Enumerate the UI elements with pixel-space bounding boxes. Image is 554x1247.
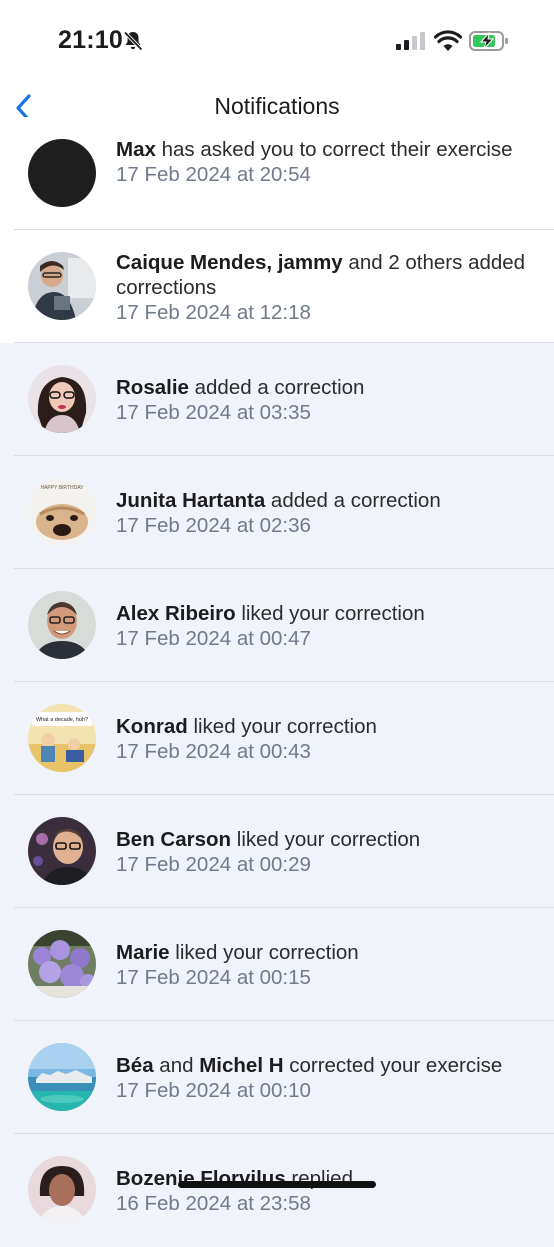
user-name: Ben Carson (116, 828, 232, 851)
notification-row[interactable]: Rosalie added a correction 17 Feb 2024 a… (0, 343, 554, 456)
page-title: Notifications (214, 93, 340, 119)
wifi-icon (434, 30, 462, 51)
status-time: 21:10 (58, 26, 123, 54)
user-name: Béa (116, 1054, 154, 1077)
user-name: Max (116, 138, 156, 161)
notification-text: Béa and Michel H corrected your exercise… (116, 1053, 536, 1103)
notification-text: Marie liked your correction 17 Feb 2024 … (116, 940, 536, 990)
timestamp: 17 Feb 2024 at 00:47 (116, 627, 311, 650)
avatar (28, 365, 96, 433)
notification-row[interactable]: Ben Carson liked your correction 17 Feb … (0, 795, 554, 908)
timestamp: 17 Feb 2024 at 20:54 (116, 163, 311, 186)
notification-message: liked your correction (231, 828, 421, 851)
notification-message: added a correction (265, 489, 441, 512)
timestamp: 17 Feb 2024 at 00:10 (116, 1079, 311, 1102)
notification-text: Rosalie added a correction 17 Feb 2024 a… (116, 375, 536, 425)
timestamp: 17 Feb 2024 at 12:18 (116, 301, 311, 324)
avatar (28, 591, 96, 659)
notification-message: added a correction (188, 376, 365, 399)
timestamp: 17 Feb 2024 at 03:35 (116, 401, 311, 424)
notification-text: Junita Hartanta added a correction 17 Fe… (116, 488, 536, 538)
notification-list[interactable]: Max has asked you to correct their exerc… (0, 117, 554, 1247)
notification-text: Ben Carson liked your correction 17 Feb … (116, 827, 536, 877)
avatar-caption: What a decade, huh? (36, 717, 88, 723)
avatar: HAPPY BIRTHDAY (28, 478, 96, 546)
avatar (28, 1043, 96, 1111)
user-name: Rosalie (116, 376, 189, 399)
avatar (28, 817, 96, 885)
bell-slash-icon (123, 31, 143, 51)
user-name: Marie (116, 941, 170, 964)
avatar (28, 930, 96, 998)
notification-message: liked your correction (235, 602, 425, 625)
user-name: Konrad (116, 715, 188, 738)
notification-message: liked your correction (169, 941, 359, 964)
notification-row[interactable]: Marie liked your correction 17 Feb 2024 … (0, 908, 554, 1021)
avatar (28, 1156, 96, 1224)
user-name: Michel H (199, 1054, 284, 1077)
notification-message: corrected your exercise (283, 1054, 503, 1077)
notification-row[interactable]: What a decade, huh? Konrad liked your co… (0, 682, 554, 795)
avatar: What a decade, huh? (28, 704, 96, 772)
timestamp: 17 Feb 2024 at 00:15 (116, 966, 311, 989)
notification-text: Bozenie Florvilus replied 16 Feb 2024 at… (116, 1166, 536, 1216)
avatar (28, 139, 96, 207)
user-name: Alex Ribeiro (116, 602, 236, 625)
notification-message: liked your correction (187, 715, 377, 738)
avatar (28, 252, 96, 320)
notification-row[interactable]: Alex Ribeiro liked your correction 17 Fe… (0, 569, 554, 682)
avatar-caption: HAPPY BIRTHDAY (40, 485, 84, 491)
notification-row[interactable]: Max has asked you to correct their exerc… (0, 117, 554, 230)
timestamp: 17 Feb 2024 at 00:29 (116, 853, 311, 876)
status-bar: 21:10 (0, 0, 554, 80)
timestamp: 17 Feb 2024 at 02:36 (116, 514, 311, 537)
home-indicator[interactable] (178, 1181, 376, 1188)
notification-text: Alex Ribeiro liked your correction 17 Fe… (116, 601, 536, 651)
notification-text: Caique Mendes, jammy and 2 others added … (116, 250, 536, 325)
cellular-signal-icon (396, 32, 425, 50)
user-name: Junita Hartanta (116, 489, 266, 512)
user-name: Caique Mendes, jammy (116, 251, 343, 274)
notification-connector: and (153, 1054, 200, 1077)
notification-row[interactable]: Caique Mendes, jammy and 2 others added … (0, 230, 554, 343)
notification-message: has asked you to correct their exercise (155, 138, 513, 161)
battery-charging-icon (469, 31, 508, 51)
notification-row[interactable]: HAPPY BIRTHDAY Junita Hartanta added a c… (0, 456, 554, 569)
notification-row[interactable]: Béa and Michel H corrected your exercise… (0, 1021, 554, 1134)
timestamp: 17 Feb 2024 at 00:43 (116, 740, 311, 763)
timestamp: 16 Feb 2024 at 23:58 (116, 1192, 311, 1215)
notification-text: Max has asked you to correct their exerc… (116, 137, 536, 187)
notification-row[interactable]: Bozenie Florvilus replied 16 Feb 2024 at… (0, 1134, 554, 1247)
notification-text: Konrad liked your correction 17 Feb 2024… (116, 714, 536, 764)
